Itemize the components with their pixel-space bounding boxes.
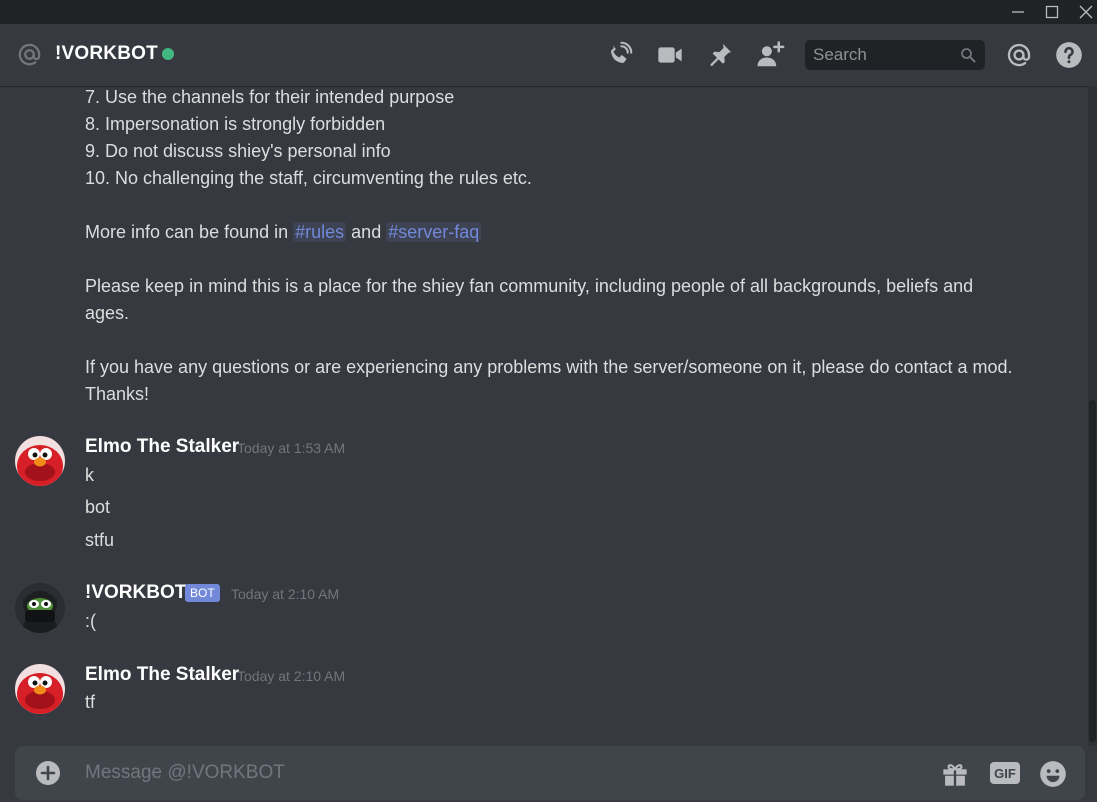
message-text: k	[85, 465, 94, 485]
channel-header: !VORKBOT	[0, 24, 1097, 86]
message-timestamp: Today at 2:10 AM	[231, 586, 340, 602]
dm-recipient-name: !VORKBOT	[55, 43, 158, 64]
rule-line: 10. No challenging the staff, circumvent…	[85, 168, 532, 188]
avatar[interactable]	[15, 583, 65, 633]
phone-call-icon[interactable]	[604, 40, 634, 70]
emoji-icon[interactable]	[1039, 760, 1067, 788]
message-author[interactable]: Elmo The Stalker	[85, 664, 239, 686]
close-icon[interactable]	[1069, 0, 1097, 24]
channel-mention-rules[interactable]: #rules	[293, 222, 347, 242]
rule-line: 8. Impersonation is strongly forbidden	[85, 114, 386, 134]
message-text: :(	[85, 611, 96, 631]
search-icon	[961, 48, 976, 63]
gift-icon[interactable]	[941, 760, 969, 788]
scrollbar-thumb[interactable]	[1089, 400, 1096, 742]
message-text: stfu	[85, 530, 115, 550]
bot-tag-badge: BOT	[185, 584, 220, 602]
message-author[interactable]: !VORKBOT	[85, 582, 186, 604]
window-titlebar	[0, 0, 1097, 24]
message-timestamp: Today at 2:10 AM	[237, 668, 346, 684]
message-input[interactable]	[85, 746, 925, 800]
video-call-icon[interactable]	[655, 40, 685, 70]
search-box[interactable]	[805, 40, 985, 70]
message-text: tf	[85, 692, 96, 712]
add-user-icon[interactable]	[755, 40, 785, 70]
rule-line: 7. Use the channels for their intended p…	[85, 87, 455, 107]
community-note: Please keep in mind this is a place for …	[85, 276, 974, 323]
message-timestamp: Today at 1:53 AM	[237, 440, 346, 456]
at-icon	[16, 41, 43, 68]
mention-icon[interactable]	[1004, 40, 1034, 70]
help-icon[interactable]	[1054, 40, 1084, 70]
more-info-line: More info can be found in #rules and #se…	[85, 219, 482, 246]
online-status-indicator	[162, 48, 174, 60]
rule-line: 9. Do not discuss shiey's personal info	[85, 141, 391, 161]
message-author[interactable]: Elmo The Stalker	[85, 436, 239, 458]
minimize-icon[interactable]	[1001, 0, 1035, 24]
message-composer: GIF	[15, 746, 1085, 800]
contact-note: If you have any questions or are experie…	[85, 357, 1013, 404]
pin-icon[interactable]	[705, 40, 735, 70]
add-attachment-icon[interactable]	[35, 760, 61, 786]
gif-icon[interactable]: GIF	[990, 762, 1020, 784]
avatar[interactable]	[15, 436, 65, 486]
avatar[interactable]	[15, 664, 65, 714]
and-text: and	[346, 222, 387, 242]
message-text: bot	[85, 497, 111, 517]
more-info-text: More info can be found in	[85, 222, 294, 242]
channel-mention-server-faq[interactable]: #server-faq	[386, 222, 482, 242]
search-input[interactable]	[805, 40, 955, 70]
maximize-icon[interactable]	[1035, 0, 1069, 24]
message-list: 7. Use the channels for their intended p…	[0, 86, 1087, 746]
